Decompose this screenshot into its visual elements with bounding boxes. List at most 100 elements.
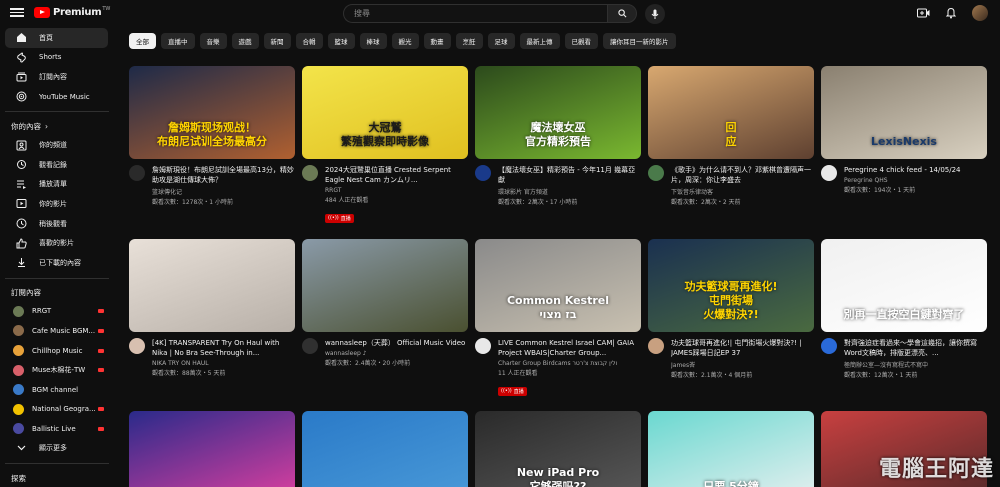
sidebar-item-youtube-music[interactable]: YouTube Music: [5, 87, 108, 107]
video-thumbnail[interactable]: [129, 411, 295, 487]
channel-avatar[interactable]: [129, 338, 145, 354]
filter-chip[interactable]: 合輯: [295, 33, 323, 49]
video-card[interactable]: Common Kestrel בז מצוי LIVE Common Kestre…: [475, 239, 641, 396]
channel-avatar[interactable]: [302, 165, 318, 181]
video-thumbnail[interactable]: 詹姆斯现场观战！ 布朗尼试训全场最高分: [129, 66, 295, 159]
sidebar-item-你的頻道[interactable]: 你的頻道: [5, 135, 108, 155]
channel-name[interactable]: James峇: [671, 360, 814, 369]
video-thumbnail[interactable]: [129, 239, 295, 332]
sidebar-item-訂閱內容[interactable]: 訂閱內容: [5, 67, 108, 87]
video-card[interactable]: [4K] TRANSPARENT Try On Haul with Nika |…: [129, 239, 295, 377]
sidebar-item-首頁[interactable]: 首頁: [5, 28, 108, 48]
video-card[interactable]: wannasleep（天葬） Official Music Video wanna…: [302, 239, 468, 367]
video-thumbnail[interactable]: Common Kestrel בז מצוי: [475, 239, 641, 332]
video-thumbnail[interactable]: 大冠鷲 繁殖觀察即時影像: [302, 66, 468, 159]
hamburger-menu-icon[interactable]: [10, 6, 24, 20]
filter-chip[interactable]: 遊戲: [231, 33, 259, 49]
video-title[interactable]: Peregrine 4 chick feed - 14/05/24: [844, 165, 987, 175]
youtube-premium-logo[interactable]: Premium TW: [34, 6, 110, 18]
video-card[interactable]: 功夫籃球哥再進化! 屯門街場 火爆對決?! 功夫籃球哥再進化!| 屯門街場火爆對決…: [648, 239, 814, 379]
channel-name[interactable]: Peregrine QHS: [844, 177, 987, 184]
channel-name[interactable]: 極簡辦公室—沒有寫程式不寫中: [844, 360, 987, 369]
video-card[interactable]: [129, 411, 295, 487]
video-card[interactable]: 只要 5分鐘: [648, 411, 814, 487]
video-title[interactable]: 《歌手》为什么请不到人？邓紫棋曾遭隔声一片，周深：你让李盛去: [671, 165, 814, 185]
video-title[interactable]: LIVE Common Kestrel Israel CAM| GAIA Pro…: [498, 338, 641, 358]
video-title[interactable]: 對齊強迫症看過來～學會這幾招，讓你撰寫Word文稿時，排版更漂亮、...: [844, 338, 987, 358]
channel-avatar[interactable]: [648, 338, 664, 354]
account-avatar[interactable]: [972, 5, 988, 21]
filter-chip[interactable]: 觀光: [391, 33, 419, 49]
sidebar-subscription-muse木棉花-tw[interactable]: Muse木棉花-TW: [5, 360, 108, 380]
voice-search-button[interactable]: [645, 4, 665, 24]
sidebar-item-你的影片[interactable]: 你的影片: [5, 194, 108, 214]
video-title[interactable]: 功夫籃球哥再進化!| 屯門街場火爆對決?! | JAMES踩場日記EP 37: [671, 338, 814, 358]
you-section-header[interactable]: 你的內容 ›: [0, 117, 114, 135]
video-card[interactable]: 別再一直按空白鍵對齊了對齊強迫症看過來～學會這幾招，讓你撰寫Word文稿時，排版…: [821, 239, 987, 379]
create-button[interactable]: [916, 6, 930, 20]
channel-avatar[interactable]: [821, 338, 837, 354]
sidebar-subscription-cafe-music-bgm[interactable]: Cafe Music BGM...: [5, 321, 108, 341]
video-card[interactable]: [302, 411, 468, 487]
search-button[interactable]: [607, 4, 637, 23]
filter-chip[interactable]: 全部: [129, 33, 156, 49]
channel-name[interactable]: NIKA TRY ON HAUL: [152, 360, 295, 367]
notifications-button[interactable]: [944, 6, 958, 20]
channel-name[interactable]: 篮球傳化记: [152, 187, 295, 196]
filter-chip[interactable]: 籃球: [327, 33, 355, 49]
channel-name[interactable]: RRGT: [325, 187, 468, 194]
sidebar-item-喜歡的影片[interactable]: 喜歡的影片: [5, 233, 108, 253]
video-thumbnail[interactable]: 魔法壞女巫 官方精彩預告: [475, 66, 641, 159]
filter-chip[interactable]: 烹飪: [455, 33, 483, 49]
filter-chip[interactable]: 讓你耳目一新的影片: [603, 33, 676, 49]
video-title[interactable]: 詹姆斯現役！布朗尼試訓全場最高13分，精妙助攻是湖仕傳球大佈？: [152, 165, 295, 185]
video-thumbnail[interactable]: 只要 5分鐘: [648, 411, 814, 487]
video-thumbnail[interactable]: LexisNexis: [821, 66, 987, 159]
sidebar-subscription-rrgt[interactable]: RRGT: [5, 302, 108, 322]
filter-chip[interactable]: 最新上傳: [519, 33, 560, 49]
sidebar-subscription-national-geogra[interactable]: National Geogra...: [5, 400, 108, 420]
video-thumbnail[interactable]: [302, 411, 468, 487]
filter-chip[interactable]: 音樂: [199, 33, 227, 49]
video-thumbnail[interactable]: [302, 239, 468, 332]
video-thumbnail[interactable]: 功夫籃球哥再進化! 屯門街場 火爆對決?!: [648, 239, 814, 332]
channel-name[interactable]: 環球影片 官方頻道: [498, 187, 641, 196]
filter-chip[interactable]: 棒球: [359, 33, 387, 49]
sidebar-item-已下載的內容[interactable]: 已下載的內容: [5, 253, 108, 273]
video-title[interactable]: 2024大冠鷲巢位直播 Crested Serpent Eagle Nest C…: [325, 165, 468, 185]
sidebar-item-shorts[interactable]: Shorts: [5, 48, 108, 68]
channel-avatar[interactable]: [129, 165, 145, 181]
filter-chip[interactable]: 直播中: [161, 33, 195, 49]
sidebar-subscription-bgm-channel[interactable]: BGM channel: [5, 380, 108, 400]
video-thumbnail[interactable]: 回 应: [648, 66, 814, 159]
channel-name[interactable]: Charter Group Birdcams ולין קבוצת צ'רטר: [498, 360, 641, 367]
channel-avatar[interactable]: [475, 165, 491, 181]
channel-name[interactable]: wannasleep ♪: [325, 350, 468, 357]
video-title[interactable]: 【魔法壞女巫】精彩預告 - 今年11月 幾幕亞獻: [498, 165, 641, 185]
channel-avatar[interactable]: [302, 338, 318, 354]
video-card[interactable]: 詹姆斯现场观战！ 布朗尼试训全场最高分詹姆斯現役！布朗尼試訓全場最高13分，精妙…: [129, 66, 295, 206]
sidebar-item-播放清單[interactable]: 播放清單: [5, 175, 108, 195]
sidebar-item-稍後觀看[interactable]: 稍後觀看: [5, 214, 108, 234]
sidebar-subscription-ballistic-live[interactable]: Ballistic Live: [5, 419, 108, 439]
video-thumbnail[interactable]: 別再一直按空白鍵對齊了: [821, 239, 987, 332]
video-title[interactable]: wannasleep（天葬） Official Music Video: [325, 338, 468, 348]
filter-chip[interactable]: 足球: [487, 33, 515, 49]
sidebar-item-觀看記錄[interactable]: 觀看記錄: [5, 155, 108, 175]
channel-avatar[interactable]: [821, 165, 837, 181]
video-card[interactable]: 魔法壞女巫 官方精彩預告【魔法壞女巫】精彩預告 - 今年11月 幾幕亞獻環球影片…: [475, 66, 641, 206]
search-input[interactable]: [343, 4, 607, 23]
video-card[interactable]: 大冠鷲 繁殖觀察即時影像 2024大冠鷲巢位直播 Crested Serpent …: [302, 66, 468, 223]
show-more-button[interactable]: 顯示更多: [5, 439, 108, 459]
video-card[interactable]: New iPad Pro 它够强吗??: [475, 411, 641, 487]
sidebar-subscription-chillhop-music[interactable]: Chillhop Music: [5, 341, 108, 361]
channel-name[interactable]: 下饭音乐律动客: [671, 187, 814, 196]
filter-chip[interactable]: 已觀看: [564, 33, 598, 49]
video-card[interactable]: LexisNexis Peregrine 4 chick feed - 14/05…: [821, 66, 987, 194]
filter-chip[interactable]: 動畫: [423, 33, 451, 49]
video-card[interactable]: 回 应《歌手》为什么请不到人？邓紫棋曾遭隔声一片，周深：你让李盛去下饭音乐律动客…: [648, 66, 814, 206]
filter-chip[interactable]: 新聞: [263, 33, 291, 49]
channel-avatar[interactable]: [475, 338, 491, 354]
channel-avatar[interactable]: [648, 165, 664, 181]
video-thumbnail[interactable]: New iPad Pro 它够强吗??: [475, 411, 641, 487]
